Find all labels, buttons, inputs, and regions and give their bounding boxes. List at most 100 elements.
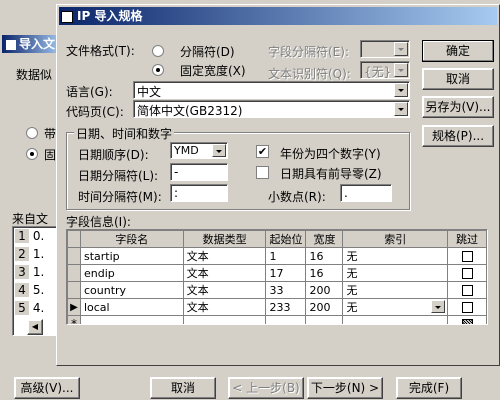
index-cell[interactable]: 无 (342, 281, 449, 299)
start-cell[interactable]: 17 (265, 264, 307, 282)
decimal-input[interactable]: . (340, 184, 392, 202)
cancel-button[interactable]: 取消 (422, 68, 494, 90)
table-row[interactable]: endip 文本 17 16 无 (67, 264, 487, 282)
data-type-cell[interactable]: 文本 (182, 298, 267, 316)
row-selector[interactable] (67, 247, 81, 265)
bg-advanced-button[interactable]: 高级(V)... (14, 377, 80, 399)
bg-preview-row: 1 0. (15, 229, 44, 243)
radio-delimited[interactable] (152, 45, 164, 57)
field-name-cell[interactable]: startip (79, 247, 184, 265)
column-header-index[interactable]: 索引 (342, 230, 449, 248)
index-cell[interactable] (342, 315, 449, 324)
codepage-select[interactable]: 简体中文(GB2312) (133, 100, 410, 118)
row-selector[interactable] (67, 281, 81, 299)
column-header-skip[interactable]: 跳过 (447, 230, 487, 248)
index-cell[interactable]: 无 (342, 264, 449, 282)
column-header-field-name[interactable]: 字段名 (79, 230, 184, 248)
skip-checkbox[interactable] (461, 268, 473, 279)
column-header-width[interactable]: 宽度 (305, 230, 344, 248)
data-type-cell[interactable]: 文本 (182, 247, 267, 265)
bg-radio-fixed[interactable] (26, 148, 38, 160)
index-cell[interactable]: 无 (342, 247, 449, 265)
start-cell[interactable]: 1 (265, 247, 307, 265)
width-cell[interactable]: 16 (305, 264, 344, 282)
background-window-titlebar: 导入文 (2, 35, 62, 53)
language-dropdown-arrow[interactable] (394, 83, 408, 97)
four-digit-year-checkbox[interactable]: ✔ (256, 145, 269, 158)
bg-preview-row-number: 5 (15, 301, 29, 315)
codepage-label: 代码页(C): (66, 105, 124, 119)
column-header-start[interactable]: 起始位 (265, 230, 307, 248)
codepage-dropdown-arrow[interactable] (394, 102, 408, 116)
data-type-cell[interactable]: 文本 (182, 281, 267, 299)
width-cell[interactable] (305, 315, 344, 324)
start-cell[interactable] (265, 315, 307, 324)
language-label: 语言(G): (66, 85, 113, 99)
language-select[interactable]: 中文 (133, 81, 410, 99)
four-digit-year-label: 年份为四个数字(Y) (280, 147, 381, 161)
field-delimiter-dropdown-arrow[interactable] (394, 42, 408, 56)
new-row-marker[interactable]: * (67, 315, 81, 324)
bg-preview-row-value: 1. (32, 265, 45, 279)
bg-data-label: 数据似 (16, 68, 53, 82)
bg-finish-button[interactable]: 完成(F) (396, 377, 462, 399)
table-row[interactable]: country 文本 33 200 无 (67, 281, 487, 299)
specs-button[interactable]: 规格(P)... (422, 125, 494, 147)
field-name-cell[interactable]: local (79, 298, 184, 316)
radio-fixed-width[interactable] (152, 64, 164, 76)
ok-button[interactable]: 确定 (422, 40, 494, 62)
start-cell[interactable]: 33 (265, 281, 307, 299)
field-delimiter-select[interactable] (360, 40, 410, 58)
current-row-arrow-icon[interactable]: ▶ (67, 298, 81, 316)
bg-cancel-button[interactable]: 取消 (150, 377, 216, 399)
bg-radio-delimited[interactable] (26, 127, 38, 139)
leading-zeros-checkbox[interactable] (256, 166, 269, 179)
text-qualifier-dropdown-arrow[interactable] (394, 63, 408, 77)
field-delimiter-label: 字段分隔符(E): (268, 45, 349, 59)
skip-checkbox-indeterminate[interactable] (461, 318, 473, 324)
date-order-dropdown-arrow[interactable] (212, 144, 226, 157)
bg-preview-row: 3 1. (15, 265, 44, 279)
column-header-data-type[interactable]: 数据类型 (182, 230, 267, 248)
skip-checkbox[interactable] (461, 302, 473, 313)
field-name-cell[interactable] (79, 315, 184, 324)
bg-preview-list[interactable]: 1 0. 2 1. 3 1. 4 5. 5 4. ◀ (12, 226, 60, 336)
date-order-select[interactable]: YMD (170, 142, 228, 159)
skip-cell[interactable] (447, 315, 487, 324)
index-cell-dropdown[interactable]: 无 (342, 298, 449, 316)
skip-checkbox[interactable] (461, 251, 473, 262)
width-cell[interactable]: 200 (305, 281, 344, 299)
data-type-cell[interactable]: 文本 (182, 264, 267, 282)
field-name-cell[interactable]: endip (79, 264, 184, 282)
date-separator-label: 日期分隔符(L): (78, 169, 159, 183)
datetime-group-title: 日期、时间和数字 (74, 125, 175, 142)
save-as-button[interactable]: 另存为(V)... (422, 96, 494, 118)
language-value: 中文 (137, 85, 162, 99)
bg-back-button[interactable]: < 上一步(B) (228, 377, 304, 399)
time-separator-input[interactable]: : (170, 184, 228, 202)
skip-cell[interactable] (447, 281, 487, 299)
start-cell[interactable]: 233 (265, 298, 307, 316)
table-new-row[interactable]: * (67, 315, 487, 324)
width-cell[interactable]: 200 (305, 298, 344, 316)
table-row-current[interactable]: ▶ local 文本 233 200 无 (67, 298, 487, 316)
skip-cell[interactable] (447, 247, 487, 265)
bg-scroll-left-button[interactable]: ◀ (27, 319, 43, 335)
skip-checkbox[interactable] (461, 285, 473, 296)
bg-next-button[interactable]: 下一步(N) > (307, 377, 383, 399)
index-dropdown-arrow[interactable] (431, 300, 446, 313)
skip-cell[interactable] (447, 264, 487, 282)
decimal-label: 小数点(R): (268, 190, 326, 204)
skip-cell[interactable] (447, 298, 487, 316)
field-name-cell[interactable]: country (79, 281, 184, 299)
text-qualifier-value: {无} (364, 65, 392, 79)
row-selector[interactable] (67, 264, 81, 282)
date-order-label: 日期顺序(D): (78, 148, 149, 162)
text-qualifier-select[interactable]: {无} (360, 61, 410, 79)
bg-preview-row-value: 4. (32, 301, 45, 315)
table-header-row: 字段名 数据类型 起始位 宽度 索引 跳过 (67, 230, 487, 248)
table-row[interactable]: startip 文本 1 16 无 (67, 247, 487, 265)
date-separator-input[interactable]: - (170, 163, 228, 181)
width-cell[interactable]: 16 (305, 247, 344, 265)
data-type-cell[interactable] (182, 315, 267, 324)
